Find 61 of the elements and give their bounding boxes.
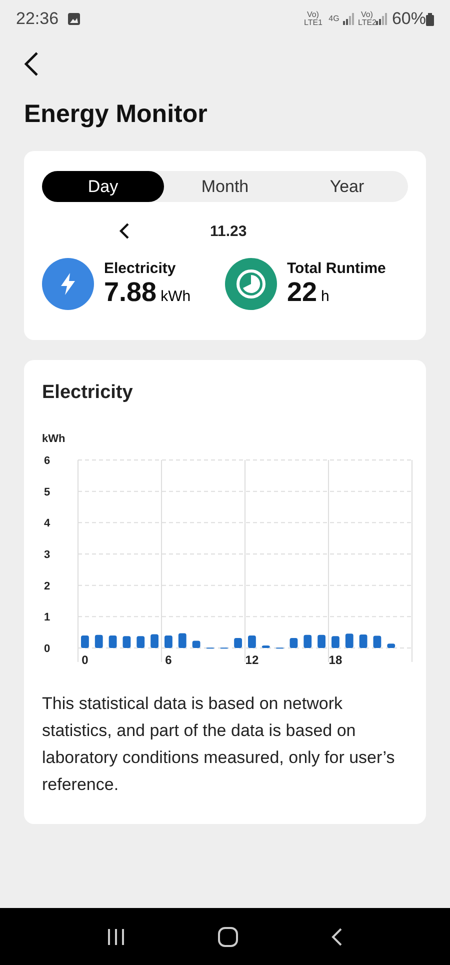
home-icon bbox=[216, 926, 239, 946]
bar bbox=[234, 638, 242, 648]
bar bbox=[178, 633, 186, 648]
tick-label: 18 bbox=[328, 653, 342, 667]
back-icon bbox=[330, 926, 344, 946]
bar bbox=[248, 635, 256, 648]
bar bbox=[108, 635, 117, 648]
period-tab[interactable]: Year bbox=[286, 171, 408, 202]
tick-label: 3 bbox=[44, 549, 50, 561]
stat-unit: kWh bbox=[160, 288, 191, 305]
signal-icon bbox=[376, 13, 388, 25]
image-icon bbox=[66, 12, 81, 26]
chart-title: Electricity bbox=[42, 382, 134, 404]
battery-level: 60% bbox=[392, 9, 426, 29]
battery-icon bbox=[426, 12, 434, 26]
lightning-icon bbox=[58, 272, 78, 296]
tick-label: 4 bbox=[44, 518, 50, 530]
stat-unit: h bbox=[321, 288, 330, 305]
tick-label: 6 bbox=[165, 653, 172, 667]
tick-label: 5 bbox=[44, 486, 50, 498]
disclaimer-text: This statistical data is based on network statistics, and part of the data is based on laboratory conditions measured, only for user’s reference. bbox=[42, 693, 396, 796]
bar bbox=[81, 635, 89, 648]
bar bbox=[136, 636, 145, 648]
network-label: Vo) LTE2 bbox=[358, 11, 376, 27]
bar bbox=[345, 634, 354, 648]
bar bbox=[262, 646, 270, 648]
back-icon bbox=[22, 51, 40, 77]
bar bbox=[387, 644, 396, 648]
period-tab[interactable]: Day bbox=[42, 171, 164, 202]
network-label: Vo) LTE1 bbox=[304, 11, 322, 27]
tick-label: 0 bbox=[44, 643, 50, 655]
network-label: 4G bbox=[328, 15, 340, 23]
clock-icon bbox=[235, 268, 267, 300]
status-time: 22:36 bbox=[16, 9, 59, 29]
recent-apps-icon bbox=[106, 928, 126, 946]
tick-label: 1 bbox=[44, 612, 50, 624]
bar bbox=[164, 635, 172, 648]
bar bbox=[122, 636, 131, 648]
bar bbox=[373, 636, 382, 648]
bar bbox=[192, 640, 200, 648]
bar bbox=[318, 634, 326, 648]
stat-label: Total Runtime bbox=[287, 260, 386, 277]
bar bbox=[94, 634, 103, 648]
bar bbox=[332, 636, 340, 648]
bar bbox=[304, 634, 312, 648]
bar bbox=[359, 634, 368, 648]
tick-label: 6 bbox=[44, 455, 50, 467]
signal-icon bbox=[342, 13, 355, 25]
tick-label: 12 bbox=[245, 653, 259, 667]
stat-label: Electricity bbox=[104, 260, 177, 277]
previous-date-icon[interactable] bbox=[118, 222, 130, 240]
axis-label: kWh bbox=[42, 433, 66, 445]
stat-value: 22 bbox=[287, 277, 318, 308]
tick-label: 0 bbox=[82, 653, 88, 667]
bar bbox=[150, 634, 158, 648]
page-title: Energy Monitor bbox=[24, 100, 208, 129]
date-label: 11.23 bbox=[210, 222, 247, 240]
stat-value: 7.88 bbox=[104, 277, 157, 308]
period-tab[interactable]: Month bbox=[164, 171, 286, 202]
tick-label: 2 bbox=[44, 580, 50, 592]
bar bbox=[290, 638, 298, 648]
